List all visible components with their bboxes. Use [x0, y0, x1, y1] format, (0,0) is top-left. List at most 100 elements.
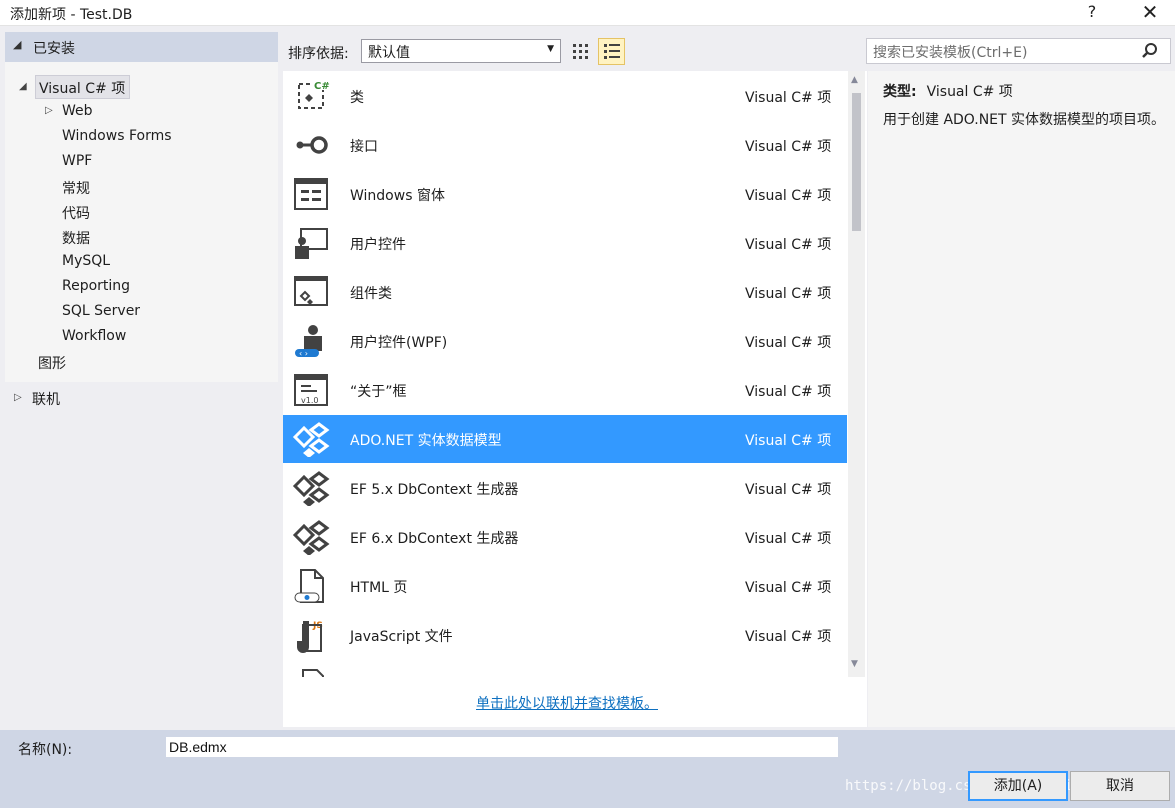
item-name: 用户控件(WPF)	[350, 335, 448, 351]
scrollbar-thumb[interactable]	[852, 93, 861, 231]
item-name: EF 5.x DbContext 生成器	[350, 482, 519, 498]
type-label: 类型:	[883, 84, 917, 100]
item-name: 接口	[350, 139, 378, 155]
item-category: Visual C# 项	[745, 629, 832, 645]
item-category: Visual C# 项	[745, 482, 832, 498]
template-list: C# 类 Visual C# 项接口 Visual C# 项 Windows 窗体 Vis…	[283, 71, 847, 677]
online-section[interactable]: ▷ 联机	[5, 384, 278, 412]
item-category: Visual C# 项	[745, 237, 832, 253]
list-item[interactable]: C# 类 Visual C# 项	[283, 72, 847, 120]
item-name: 组件类	[350, 286, 392, 302]
help-button[interactable]: ?	[1072, 1, 1112, 25]
component-class-icon	[291, 274, 331, 310]
tree-item[interactable]: MySQL	[62, 253, 110, 269]
title-bar: 添加新项 - Test.DB ? ✕	[0, 0, 1175, 26]
list-item[interactable]: ‹ › 用户控件(WPF) Visual C# 项	[283, 317, 847, 365]
small-icons-view-button[interactable]	[567, 38, 594, 65]
sort-value: 默认值	[368, 45, 410, 61]
item-name: Windows 窗体	[350, 188, 445, 204]
item-category: Visual C# 项	[745, 580, 832, 596]
tree-item-visual-csharp[interactable]: Visual C# 项	[39, 78, 125, 98]
add-button[interactable]: 添加(A)	[968, 771, 1068, 801]
type-value: Visual C# 项	[926, 84, 1013, 100]
tree-item[interactable]: 数据	[62, 228, 90, 248]
item-name: “关于”框	[350, 384, 407, 400]
item-category: Visual C# 项	[745, 286, 832, 302]
vertical-scrollbar[interactable]: ▲ ▼	[848, 71, 865, 677]
list-item-partial[interactable]	[283, 660, 847, 677]
grid-view-icon	[573, 44, 588, 59]
entity-model-icon	[291, 519, 331, 556]
name-field[interactable]	[165, 736, 839, 758]
close-button[interactable]: ✕	[1130, 1, 1170, 25]
tree-item[interactable]: WPF	[62, 153, 92, 169]
list-view-icon	[604, 44, 620, 59]
tree-item[interactable]: SQL Server	[62, 303, 140, 319]
list-view-button[interactable]	[598, 38, 625, 65]
list-item[interactable]: Windows 窗体 Visual C# 项	[283, 170, 847, 218]
list-item[interactable]: 接口 Visual C# 项	[283, 121, 847, 169]
list-item[interactable]: 组件类 Visual C# 项	[283, 268, 847, 316]
svg-text:C#: C#	[314, 81, 330, 92]
svg-text:v1.0: v1.0	[301, 396, 318, 405]
list-item[interactable]: v1.0 “关于”框 Visual C# 项	[283, 366, 847, 414]
sort-label: 排序依据:	[288, 46, 349, 62]
list-item[interactable]: HTML 页 Visual C# 项	[283, 562, 847, 610]
collapsed-arrow-icon[interactable]: ▷	[45, 105, 53, 116]
windows-form-icon	[291, 176, 331, 212]
window-title: 添加新项 - Test.DB	[10, 7, 133, 23]
interface-icon	[291, 127, 331, 163]
list-item[interactable]: JS JavaScript 文件 Visual C# 项	[283, 611, 847, 659]
expand-arrow-icon[interactable]: ◢	[19, 81, 27, 92]
item-name: HTML 页	[350, 580, 408, 596]
category-tree: ◢ 已安装 ◢ Visual C# 项 ▷ Web Windows Forms WP…	[5, 32, 278, 382]
tree-item[interactable]: 常规	[62, 178, 90, 198]
scroll-up-icon[interactable]: ▲	[851, 75, 858, 85]
item-name: ADO.NET 实体数据模型	[350, 433, 502, 449]
item-category: Visual C# 项	[745, 531, 832, 547]
tree-item[interactable]: 代码	[62, 203, 90, 223]
item-category: Visual C# 项	[745, 384, 832, 400]
name-label: 名称(N):	[18, 742, 73, 758]
list-item[interactable]: ADO.NET 实体数据模型 Visual C# 项	[283, 415, 847, 463]
file-icon	[291, 666, 331, 677]
collapse-arrow-icon: ◢	[13, 38, 22, 51]
item-category: Visual C# 项	[745, 188, 832, 204]
tree-item[interactable]: Windows Forms	[62, 128, 172, 144]
wpf-user-control-icon: ‹ ›	[291, 323, 331, 359]
list-item[interactable]: EF 6.x DbContext 生成器 Visual C# 项	[283, 513, 847, 561]
details-pane: 类型: Visual C# 项 用于创建 ADO.NET 实体数据模型的项目项。	[868, 71, 1175, 727]
collapsed-arrow-icon: ▷	[14, 392, 22, 403]
search-placeholder: 搜索已安装模板(Ctrl+E)	[873, 45, 1028, 61]
tree-item[interactable]: Workflow	[62, 328, 126, 344]
search-icon[interactable]	[1140, 41, 1160, 61]
online-label: 联机	[32, 392, 60, 408]
entity-model-icon	[291, 421, 331, 458]
search-input[interactable]: 搜索已安装模板(Ctrl+E)	[866, 38, 1171, 64]
type-line: 类型: Visual C# 项	[883, 81, 1013, 101]
item-name: JavaScript 文件	[350, 629, 453, 645]
online-templates-link[interactable]: 单击此处以联机并查找模板。	[476, 693, 658, 713]
item-category: Visual C# 项	[745, 139, 832, 155]
about-box-icon: v1.0	[291, 372, 331, 408]
tree-item-graphics[interactable]: 图形	[38, 353, 66, 373]
sort-dropdown[interactable]: 默认值 ▼	[361, 39, 561, 63]
class-icon: C#	[291, 78, 331, 114]
list-item[interactable]: EF 5.x DbContext 生成器 Visual C# 项	[283, 464, 847, 512]
chevron-down-icon: ▼	[547, 44, 554, 54]
item-category: Visual C# 项	[745, 433, 832, 449]
svg-text:‹ ›: ‹ ›	[299, 349, 308, 358]
item-category: Visual C# 项	[745, 90, 832, 106]
item-name: 用户控件	[350, 237, 406, 253]
entity-model-icon	[291, 470, 331, 507]
item-category: Visual C# 项	[745, 335, 832, 351]
cancel-button[interactable]: 取消	[1070, 771, 1170, 801]
list-item[interactable]: 用户控件 Visual C# 项	[283, 219, 847, 267]
item-description: 用于创建 ADO.NET 实体数据模型的项目项。	[883, 112, 1166, 128]
scroll-down-icon[interactable]: ▼	[851, 659, 858, 669]
template-list-pane: C# 类 Visual C# 项接口 Visual C# 项 Windows 窗体 Vis…	[283, 71, 867, 727]
installed-section-header[interactable]: ◢ 已安装	[5, 32, 278, 62]
tree-item[interactable]: Web	[62, 103, 93, 119]
javascript-file-icon: JS	[291, 617, 331, 653]
tree-item[interactable]: Reporting	[62, 278, 130, 294]
